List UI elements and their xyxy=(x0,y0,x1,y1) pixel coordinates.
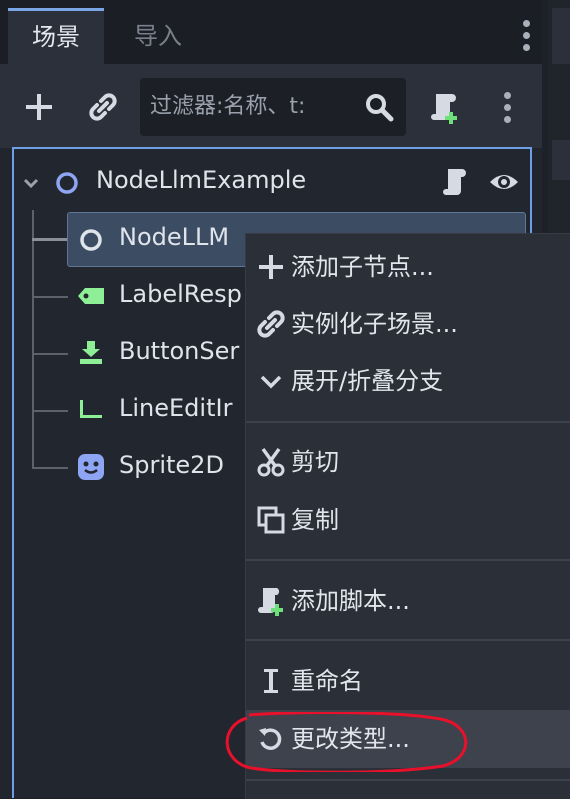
filter-input[interactable]: 过滤器:名称、t: xyxy=(150,78,305,136)
menu-separator xyxy=(246,639,570,641)
menu-separator xyxy=(246,779,570,781)
tree-item-root[interactable]: NodeLlmExample xyxy=(96,166,306,194)
menu-label: 展开/折叠分支 xyxy=(291,367,444,395)
tab-menu-kebab-icon[interactable] xyxy=(521,20,531,56)
menu-label: 重命名 xyxy=(291,667,363,695)
annotation-circle xyxy=(225,712,468,772)
rename-icon xyxy=(256,666,286,696)
script-icon[interactable] xyxy=(440,166,470,202)
menu-item-expand-collapse[interactable]: 展开/折叠分支 xyxy=(246,352,570,410)
line-edit-icon xyxy=(78,396,104,426)
plus-icon xyxy=(256,252,286,282)
side-panel-block xyxy=(552,8,570,64)
add-script-icon[interactable] xyxy=(428,90,462,128)
button-icon xyxy=(78,339,104,369)
node-icon xyxy=(78,227,104,257)
menu-separator xyxy=(246,559,570,561)
tree-line xyxy=(32,410,68,412)
menu-item-add-child[interactable]: 添加子节点... xyxy=(246,238,570,296)
search-icon[interactable] xyxy=(364,92,394,126)
menu-label: 复制 xyxy=(291,506,339,534)
menu-item-add-script[interactable]: 添加脚本... xyxy=(246,572,570,630)
toolbar-kebab-icon[interactable] xyxy=(502,92,512,128)
menu-separator xyxy=(246,421,570,423)
chevron-down-icon[interactable] xyxy=(22,174,40,196)
tree-item-label[interactable]: LabelResp xyxy=(119,280,242,308)
tree-line xyxy=(32,238,68,241)
side-panel-block xyxy=(552,140,570,180)
menu-item-rename[interactable]: 重命名 xyxy=(246,652,570,710)
menu-item-copy[interactable]: 复制 xyxy=(246,491,570,549)
tab-scene[interactable]: 场景 xyxy=(8,8,104,64)
tree-line xyxy=(32,296,68,298)
scissors-icon xyxy=(256,447,286,477)
tree-line xyxy=(32,353,68,355)
copy-icon xyxy=(256,505,286,535)
eye-icon[interactable] xyxy=(488,168,520,200)
link-icon xyxy=(256,309,286,339)
link-icon[interactable] xyxy=(88,92,118,126)
tree-item-line-edit[interactable]: LineEditIr xyxy=(119,394,232,422)
tree-item-button[interactable]: ButtonSer xyxy=(119,337,239,365)
plus-icon[interactable] xyxy=(24,92,54,126)
menu-label: 实例化子场景... xyxy=(291,310,458,338)
node-icon xyxy=(54,170,80,200)
add-script-icon xyxy=(256,586,286,616)
tree-line xyxy=(32,210,34,468)
tree-line xyxy=(32,467,68,469)
menu-label: 剪切 xyxy=(291,448,339,476)
tab-import[interactable]: 导入 xyxy=(108,8,208,64)
menu-item-instantiate[interactable]: 实例化子场景... xyxy=(246,295,570,353)
sprite-icon xyxy=(76,452,106,486)
tree-item-nodellm[interactable]: NodeLLM xyxy=(119,223,229,251)
label-icon xyxy=(76,284,106,312)
menu-label: 添加子节点... xyxy=(291,253,434,281)
menu-item-cut[interactable]: 剪切 xyxy=(246,433,570,491)
menu-label: 添加脚本... xyxy=(291,587,410,615)
tree-item-sprite[interactable]: Sprite2D xyxy=(119,451,224,479)
chevron-down-icon xyxy=(256,366,286,396)
